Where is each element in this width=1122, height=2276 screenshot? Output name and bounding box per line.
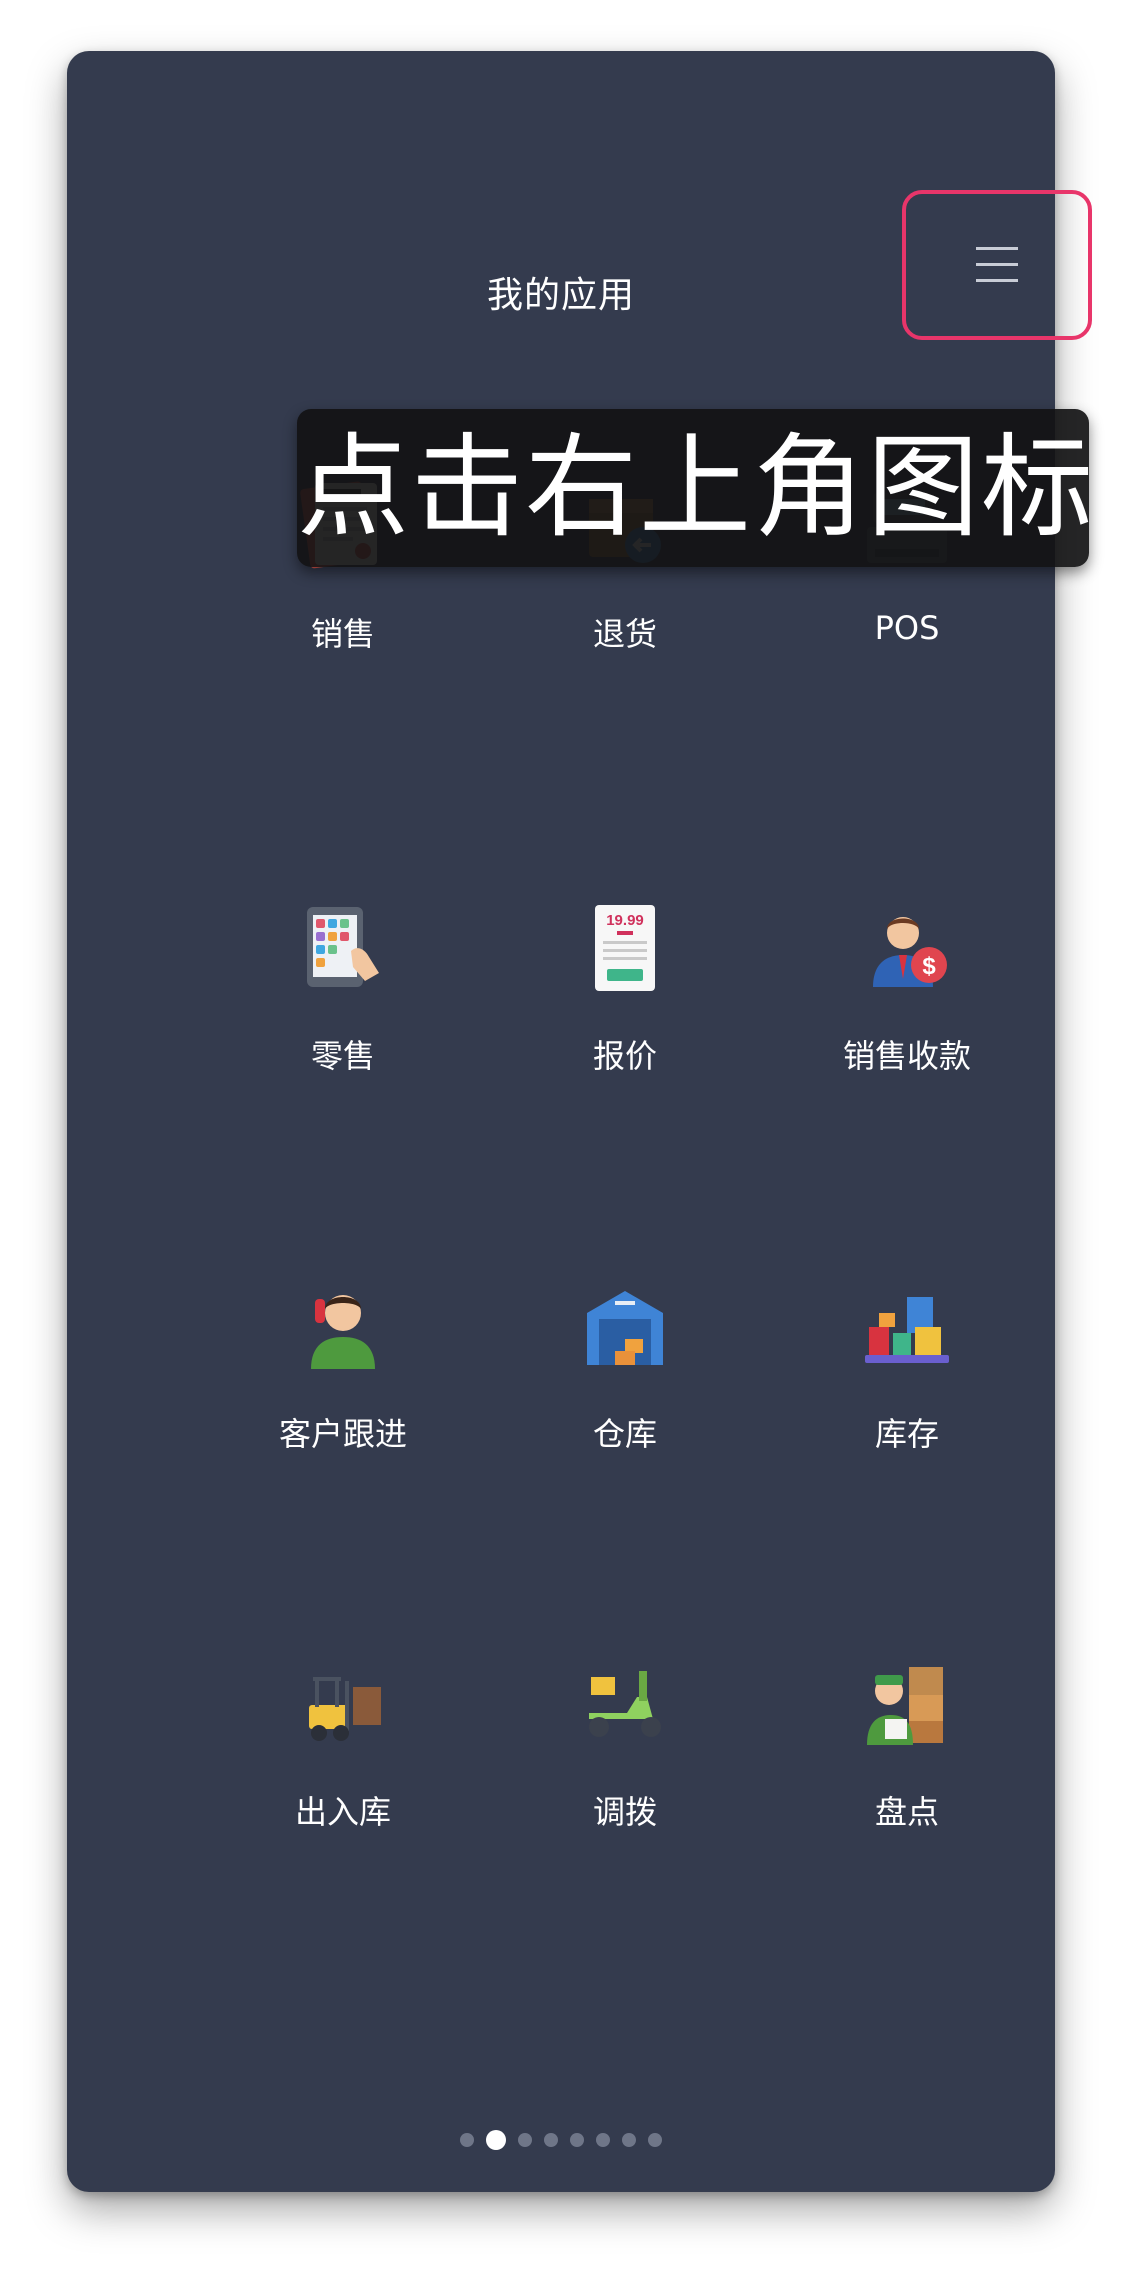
page-dot[interactable] [570,2133,584,2147]
stock-boxes-icon [859,1279,955,1375]
app-quote[interactable]: 19.99 报价 [485,901,765,1077]
hamburger-menu-icon [976,247,1018,283]
hint-tooltip: 点击右上角图标 [297,409,1093,567]
app-label: 零售 [310,1037,375,1075]
app-retail[interactable]: 零售 [203,901,483,1077]
app-label: 退货 [592,615,657,653]
app-label: 销售 [310,615,375,653]
app-label: 调拨 [592,1793,657,1831]
forklift-icon [295,1657,391,1753]
price-tag-receipt-icon: 19.99 [577,901,673,997]
page-dot-active[interactable] [486,2130,506,2150]
warehouse-icon [577,1279,673,1375]
app-label: 出入库 [294,1793,391,1831]
page-dot[interactable] [544,2133,558,2147]
app-label: 库存 [874,1415,939,1453]
app-label: 销售收款 [842,1037,971,1075]
app-label: POS [874,609,940,647]
app-screen: 我的应用 销售 退货 POS 零售 19.99 报价 $ 销售收款 客户跟进 仓… [67,51,1055,2192]
page-indicator [67,2130,1055,2150]
app-customer-followup[interactable]: 客户跟进 [203,1279,483,1455]
tablet-keypad-icon [295,901,391,997]
page-dot[interactable] [596,2133,610,2147]
page-dot[interactable] [648,2133,662,2147]
inventory-worker-icon [859,1657,955,1753]
app-label: 仓库 [592,1415,657,1453]
svg-text:$: $ [922,953,936,980]
app-label: 盘点 [874,1793,939,1831]
app-stocktake[interactable]: 盘点 [767,1657,1047,1833]
app-sales-collection[interactable]: $ 销售收款 [767,901,1047,1077]
app-stock-in-out[interactable]: 出入库 [203,1657,483,1833]
app-inventory[interactable]: 库存 [767,1279,1047,1455]
app-warehouse[interactable]: 仓库 [485,1279,765,1455]
svg-text:19.99: 19.99 [606,912,644,929]
page-dot[interactable] [460,2133,474,2147]
app-transfer[interactable]: 调拨 [485,1657,765,1833]
page-dot[interactable] [622,2133,636,2147]
salesman-dollar-icon: $ [859,901,955,997]
app-label: 报价 [592,1037,657,1075]
app-label: 客户跟进 [278,1415,407,1453]
menu-button[interactable] [902,190,1092,340]
delivery-scooter-icon [577,1657,673,1753]
customer-phone-icon [295,1279,391,1375]
page-dot[interactable] [518,2133,532,2147]
